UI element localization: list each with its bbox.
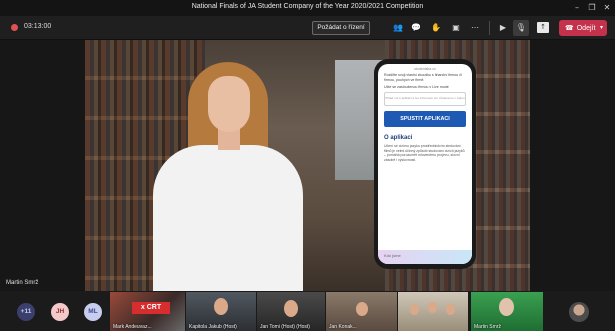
meeting-toolbar: 03:13:00 Požádat o řízení 👥 💬 ✋ ▣ ⋯ ▶ 🎙 … (0, 16, 615, 40)
participant-video-tile[interactable]: Jan Tomi (Host) (Host) (257, 292, 325, 331)
raise-hand-icon[interactable]: ✋ (430, 22, 442, 34)
participant-name: Kapitola Jakub (Host) (189, 324, 237, 330)
participant-avatar[interactable]: JH (51, 303, 69, 321)
phone-section-body: Učení se cizímu jazyku prostřednictvím s… (384, 144, 465, 162)
participant-head (499, 298, 514, 316)
overflow-participants-badge[interactable]: +11 (17, 303, 35, 321)
my-avatar[interactable] (569, 302, 589, 322)
tile-badge: x CRT (132, 302, 170, 314)
participant-video-tile[interactable]: x CRT Mark Andeuvaz... (110, 292, 185, 331)
restore-icon[interactable]: ❐ (585, 1, 599, 15)
speaker-name-label: Martin Smrž (6, 280, 39, 286)
close-icon[interactable]: ✕ (600, 1, 614, 15)
more-icon[interactable]: ⋯ (469, 22, 481, 34)
participant-name: Martin Smrž (474, 324, 501, 330)
camera-off-icon[interactable]: ▶ (497, 22, 509, 34)
phone-intro-text: Rozšiřte svoji vlastní zkoušku s finančn… (384, 73, 462, 82)
participant-video-tile[interactable]: Martin Smrž (471, 292, 543, 331)
phone-section-title: O aplikaci (384, 135, 413, 141)
phone-mockup: studentska.cz Rozšiřte svoji vlastní zko… (374, 59, 476, 269)
participant-name: Mark Andeuvaz... (113, 324, 152, 330)
phone-subheading: Učte se zaslouženou firmou v Live mode (384, 85, 449, 89)
mic-off-icon[interactable]: 🎙 (513, 20, 529, 36)
participant-video-tile[interactable]: Kapitola Jakub (Host) (186, 292, 256, 331)
participant-head (356, 302, 368, 316)
participant-video-tile[interactable] (398, 292, 468, 331)
leave-label: Odejít (576, 25, 596, 32)
minimize-icon[interactable]: – (570, 1, 584, 15)
participant-head (284, 300, 298, 317)
participant-head (428, 302, 437, 313)
share-screen-icon[interactable]: ↑ (537, 22, 549, 33)
window-title: National Finals of JA Student Company of… (191, 3, 424, 10)
speaker-shirt (153, 145, 303, 291)
rooms-icon[interactable]: ▣ (450, 22, 462, 34)
toolbar-divider (489, 21, 490, 35)
speaker-face (208, 76, 250, 132)
chat-icon[interactable]: 💬 (410, 22, 422, 34)
phone-launch-button: SPUSTIT APLIKACI (384, 111, 466, 127)
participants-icon[interactable]: 👥 (392, 22, 404, 34)
chevron-down-icon[interactable]: ▾ (600, 20, 603, 36)
participant-name: Jan Tomi (Host) (Host) (260, 324, 310, 330)
participant-head (410, 304, 419, 315)
participant-name: Jan Konak... (329, 324, 357, 330)
phone-footer: Kdo jsme (378, 250, 472, 264)
phone-screen: studentska.cz Rozšiřte svoji vlastní zko… (378, 64, 472, 264)
phone-icon: ☎ (565, 24, 574, 32)
participant-video-tile[interactable]: Jan Konak... (326, 292, 397, 331)
meeting-timer: 03:13:00 (24, 23, 52, 30)
participant-head (446, 304, 455, 315)
title-bar: National Finals of JA Student Company of… (0, 0, 615, 16)
phone-input-field: Přiřaď mě k aplikaci a tvé informace pro… (384, 92, 466, 106)
request-control-button[interactable]: Požádat o řízení (312, 21, 370, 35)
leave-button[interactable]: ☎ Odejít ▾ (559, 20, 607, 36)
participant-head (214, 298, 228, 315)
recording-icon (11, 24, 18, 31)
participant-avatar[interactable]: ML (84, 303, 102, 321)
